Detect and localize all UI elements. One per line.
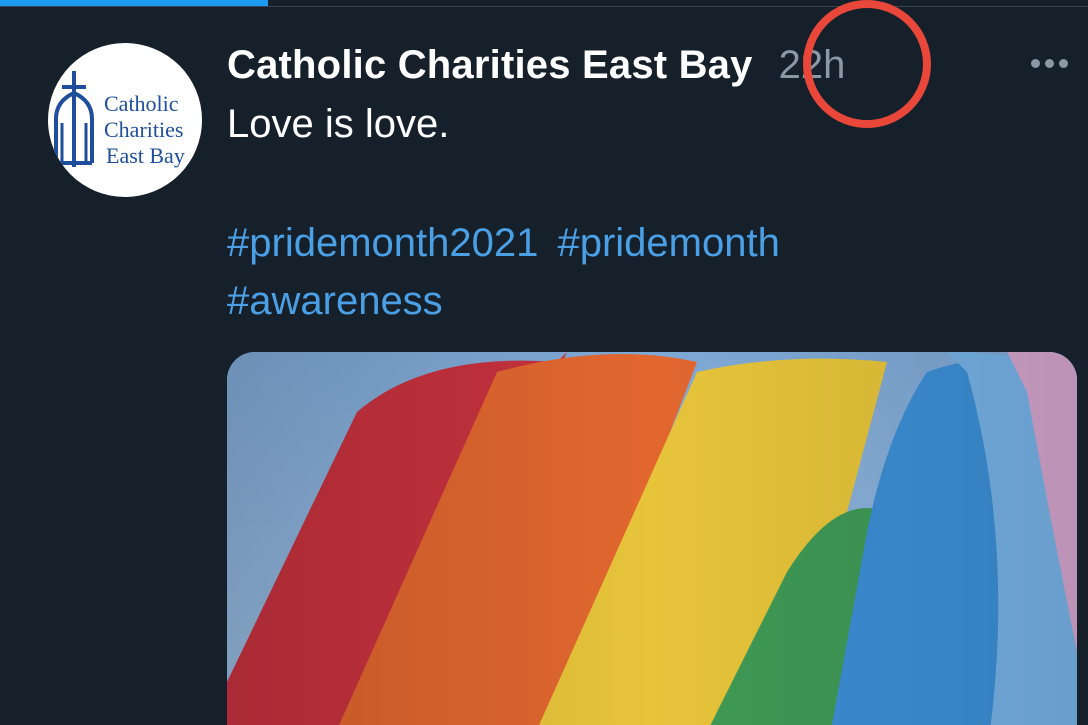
tweet-hashtags: #pridemonth2021 #pridemonth #awareness xyxy=(227,214,987,330)
tweet-header: Catholic Charities East Bay 22h xyxy=(227,40,845,90)
rainbow-flag-image xyxy=(227,352,1077,725)
more-horizontal-icon-dot xyxy=(1044,58,1054,68)
more-horizontal-icon-dot xyxy=(1058,58,1068,68)
top-divider xyxy=(0,6,1088,7)
avatar[interactable]: Catholic Charities East Bay xyxy=(48,43,202,197)
tweet-text: Love is love. xyxy=(227,102,450,146)
tweet-timestamp[interactable]: 22h xyxy=(779,43,846,88)
more-horizontal-icon xyxy=(1030,58,1040,68)
timeline-screen: Catholic Charities East Bay Catholic Cha… xyxy=(0,0,1088,725)
hashtag-link[interactable]: #awareness xyxy=(227,279,443,323)
avatar-logo-line-3: East Bay xyxy=(106,143,185,168)
avatar-logo-line-2: Charities xyxy=(104,117,183,142)
more-options-button[interactable] xyxy=(1024,52,1074,74)
hashtag-link[interactable]: #pridemonth xyxy=(557,221,779,265)
tweet-media-image[interactable] xyxy=(227,352,1077,725)
avatar-logo-line-1: Catholic xyxy=(104,91,179,116)
cross-church-logo-icon: Catholic Charities East Bay xyxy=(54,71,185,168)
hashtag-link[interactable]: #pridemonth2021 xyxy=(227,221,538,265)
author-name[interactable]: Catholic Charities East Bay xyxy=(227,43,753,88)
